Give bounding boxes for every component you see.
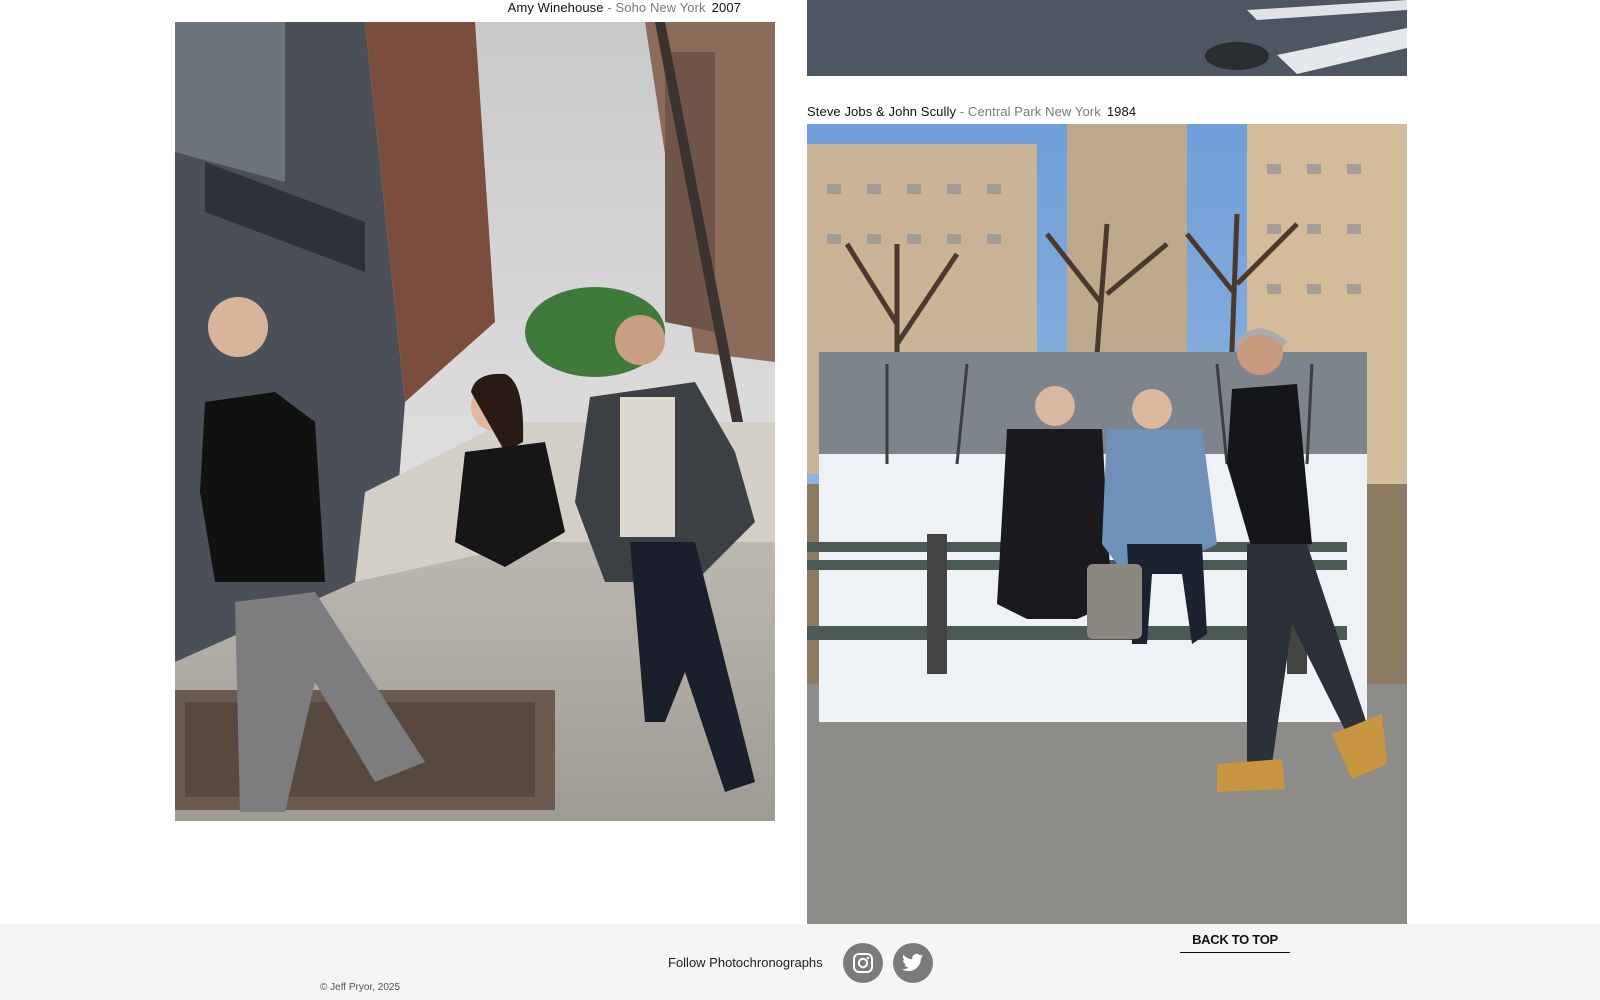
instagram-link[interactable] [843,943,883,983]
street-scene-image [175,22,775,821]
caption-place: Soho New York [615,0,706,15]
caption-place: Central Park New York [967,104,1101,119]
twitter-icon [902,953,924,972]
park-bench-image [807,124,1407,924]
caption-separator: - [603,0,616,15]
photo-amy-winehouse-soho[interactable] [175,22,775,821]
photo-previous-cropped[interactable] [807,0,1407,76]
copyright-text: © Jeff Pryor, 2025 [320,982,401,993]
caption-subject: Amy Winehouse [507,0,604,15]
twitter-link[interactable] [893,943,933,983]
site-footer: Follow Photochronographs BACK TO TOP © J… [0,924,1600,1000]
instagram-icon [853,953,873,973]
caption-separator: - [956,104,968,119]
follow-label: Follow Photochronographs [668,955,823,970]
caption-year: 1984 [1106,104,1137,119]
back-to-top-link[interactable]: BACK TO TOP [1180,932,1290,953]
photo-caption-amy-winehouse: Amy Winehouse - Soho New York 2007 [508,0,741,15]
caption-year: 2007 [711,0,741,15]
caption-subject: Steve Jobs & John Scully [807,104,957,119]
asphalt-image [807,0,1407,76]
photo-steve-jobs-central-park[interactable] [807,124,1407,924]
photo-caption-steve-jobs: Steve Jobs & John Scully - Central Park … [807,104,1136,119]
